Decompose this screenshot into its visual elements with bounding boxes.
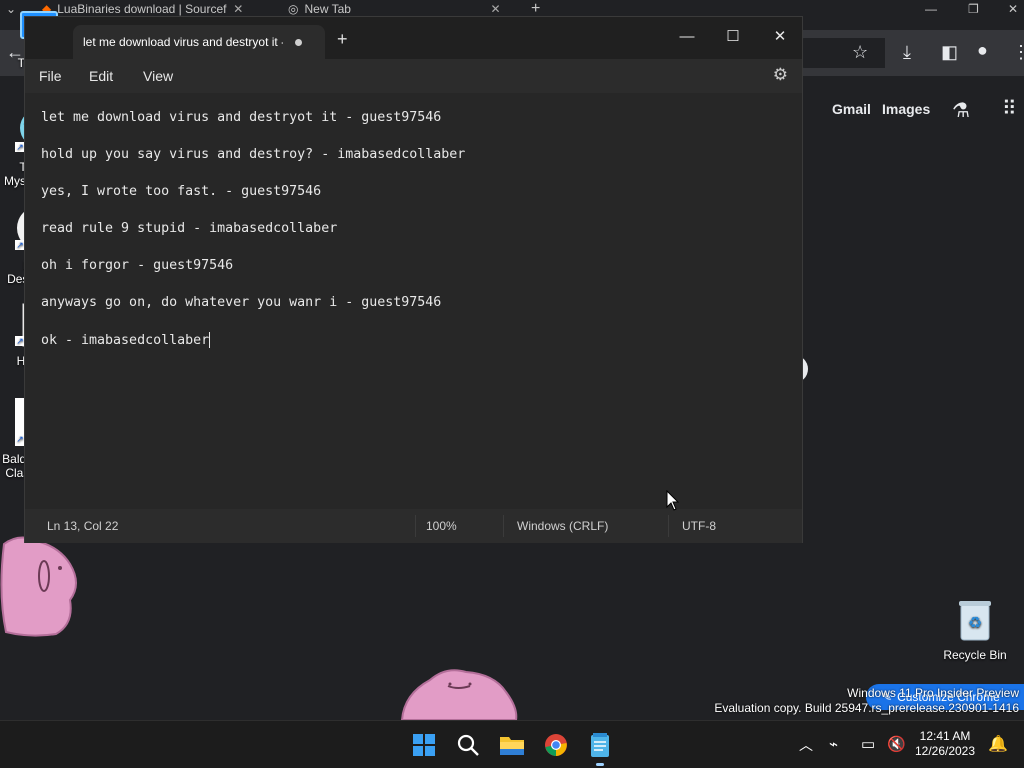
chrome-menu-icon[interactable]: ⋮ — [1012, 42, 1024, 63]
images-link[interactable]: Images — [882, 101, 930, 117]
status-divider — [668, 515, 669, 537]
text-line-last: ok - imabasedcollaber — [41, 332, 211, 348]
desktop-pet-blob[interactable] — [0, 534, 80, 638]
menu-file[interactable]: File — [39, 68, 62, 84]
clock-time: 12:41 AM — [919, 729, 971, 743]
status-divider — [503, 515, 504, 537]
watermark-line: Windows 11 Pro Insider Preview — [847, 686, 1019, 700]
line-ending[interactable]: Windows (CRLF) — [517, 519, 608, 533]
notification-bell-icon[interactable]: 🔔 — [988, 734, 1008, 754]
gmail-link[interactable]: Gmail — [832, 101, 871, 117]
text-caret — [209, 332, 211, 348]
chrome-tab-title: LuaBinaries download | Sourcef — [57, 2, 227, 16]
encoding[interactable]: UTF-8 — [682, 519, 716, 533]
side-panel-icon[interactable]: ◧ — [941, 42, 958, 63]
notepad-statusbar: Ln 13, Col 22 100% Windows (CRLF) UTF-8 — [25, 509, 802, 543]
text-line: yes, I wrote too fast. - guest97546 — [41, 184, 322, 199]
chrome-icon — [545, 734, 567, 756]
windows-watermark: Windows 11 Pro Insider Preview Evaluatio… — [714, 686, 1019, 716]
menu-edit[interactable]: Edit — [89, 68, 113, 84]
network-status-icon[interactable]: ⌁ — [829, 735, 838, 753]
notepad-taskbar-button[interactable] — [584, 729, 616, 761]
svg-text:♻: ♻ — [968, 613, 982, 632]
unsaved-indicator-icon[interactable] — [295, 39, 302, 46]
close-icon[interactable]: ✕ — [760, 23, 800, 51]
taskbar: ︿ ⌁ ▭ 🔇 12:41 AM 12/26/2023 🔔 — [0, 720, 1024, 768]
notepad-text-area[interactable]: let me download virus and destryot it - … — [25, 93, 802, 509]
menu-view[interactable]: View — [143, 68, 173, 84]
close-icon[interactable]: ✕ — [490, 2, 500, 16]
chrome-favicon-icon: ◎ — [288, 2, 299, 16]
notepad-window: let me download virus and destryot it - … — [24, 16, 803, 543]
apps-grid-icon[interactable]: ⠿ — [1002, 96, 1017, 121]
show-hidden-icons-chevron-icon[interactable]: ︿ — [799, 735, 813, 755]
profile-icon[interactable]: ● — [977, 40, 988, 61]
notepad-icon — [591, 733, 609, 757]
text-line: let me download virus and destryot it - … — [41, 110, 442, 125]
windows-logo-icon — [413, 734, 435, 756]
watermark-line: Evaluation copy. Build 25947.rs_prerelea… — [714, 701, 1019, 715]
clock-date: 12/26/2023 — [914, 744, 976, 758]
desktop-icon-label: Recycle Bin — [943, 648, 1007, 662]
bookmark-star-icon[interactable]: ☆ — [852, 42, 868, 63]
volume-muted-icon[interactable]: 🔇 — [887, 735, 906, 753]
file-explorer-button[interactable] — [496, 729, 528, 761]
desktop-icon-recycle-bin[interactable]: ♻ Recycle Bin — [937, 598, 1013, 662]
chrome-minimize-icon[interactable]: — — [925, 0, 937, 18]
device-icon[interactable]: ▭ — [861, 735, 875, 753]
notepad-new-tab-button[interactable]: + — [337, 29, 348, 50]
text-line: read rule 9 stupid - imabasedcollaber — [41, 221, 338, 236]
text-line: anyways go on, do whatever you wanr i - … — [41, 295, 442, 310]
settings-gear-icon[interactable]: ⚙ — [773, 65, 788, 85]
chrome-restore-icon[interactable]: ❐ — [968, 0, 979, 18]
notepad-menubar: File Edit View ⚙ — [25, 59, 802, 93]
chrome-taskbar-button[interactable] — [540, 729, 572, 761]
notepad-titlebar: let me download virus and destryot it - … — [25, 17, 802, 59]
clock[interactable]: 12:41 AM 12/26/2023 — [912, 729, 978, 759]
text-line: oh i forgor - guest97546 — [41, 258, 234, 273]
recycle-bin-icon: ♻ — [959, 601, 991, 641]
text-line: ok - imabasedcollaber — [41, 333, 210, 348]
maximize-icon[interactable]: ☐ — [713, 23, 753, 51]
desktop-pet-blob[interactable] — [400, 664, 518, 720]
zoom-level[interactable]: 100% — [426, 519, 457, 533]
search-icon — [457, 734, 479, 756]
download-icon[interactable]: ⤓ — [903, 42, 911, 63]
chrome-close-icon[interactable]: ✕ — [1008, 0, 1018, 18]
omnibox[interactable] — [790, 38, 885, 68]
chrome-tab-title: New Tab — [304, 2, 351, 16]
text-line: hold up you say virus and destroy? - ima… — [41, 147, 466, 162]
start-button[interactable] — [408, 729, 440, 761]
notepad-tab-title: let me download virus and destryot it - … — [83, 35, 283, 49]
close-icon[interactable]: ✕ — [233, 2, 243, 16]
mouse-pointer-icon — [666, 490, 680, 511]
cursor-position: Ln 13, Col 22 — [47, 519, 119, 533]
running-app-indicator — [596, 763, 604, 766]
folder-icon — [500, 737, 524, 755]
notepad-tab[interactable]: let me download virus and destryot it - … — [73, 25, 325, 59]
status-divider — [415, 515, 416, 537]
search-button[interactable] — [452, 729, 484, 761]
labs-flask-icon[interactable]: ⚗ — [952, 98, 970, 123]
minimize-icon[interactable]: — — [667, 23, 707, 51]
